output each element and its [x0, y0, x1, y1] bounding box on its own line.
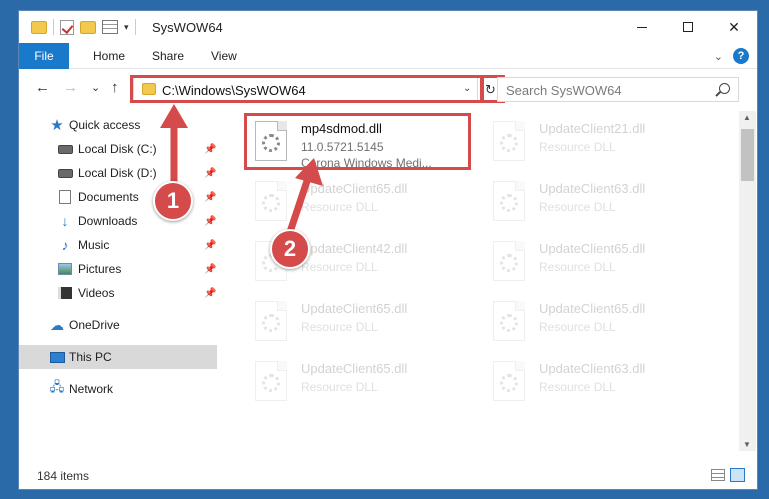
- step-1-badge: 1: [153, 181, 193, 221]
- step-arrows: [160, 104, 323, 236]
- step-2-arrow: [286, 158, 323, 236]
- step-1-arrow: [160, 104, 188, 189]
- step-2-badge: 2: [270, 229, 310, 269]
